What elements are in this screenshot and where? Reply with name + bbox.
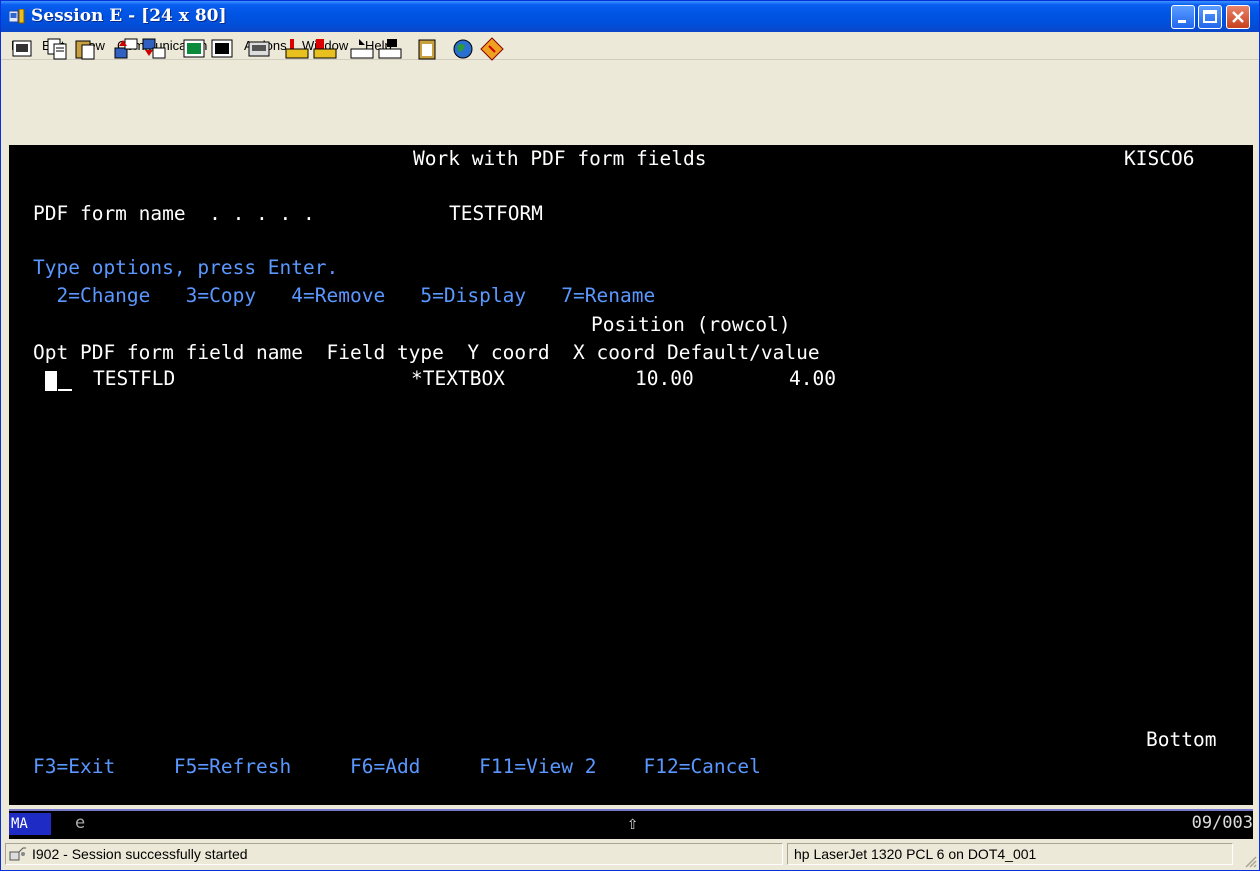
maximize-icon — [1203, 10, 1217, 23]
receive-file-button[interactable] — [141, 36, 167, 62]
keyboard-setup-button[interactable] — [209, 36, 235, 62]
printer-name: hp LaserJet 1320 PCL 6 on DOT4_001 — [794, 846, 1037, 862]
system-name: KISCO6 — [1124, 147, 1195, 170]
status-message: I902 - Session successfully started — [32, 846, 248, 862]
pause-macro-icon — [378, 39, 402, 59]
display-setup-button[interactable] — [181, 36, 207, 62]
screen-title: Work with PDF form fields — [413, 147, 707, 170]
title-bar[interactable]: Session E - [24 x 80] — [1, 1, 1259, 32]
x-coord-cell: 4.00 — [789, 367, 836, 390]
stop-macro-icon — [350, 39, 374, 59]
function-keys: F3=Exit F5=Refresh F6=Add F11=View 2 F12… — [33, 755, 761, 778]
send-file-icon — [114, 38, 138, 59]
resize-grip-icon[interactable] — [1243, 854, 1257, 868]
help-diamond-button[interactable] — [479, 36, 505, 62]
position-header: Position (rowcol) — [591, 313, 791, 336]
oia-mode: MA — [9, 813, 51, 835]
paste-icon — [75, 40, 95, 60]
text-cursor — [45, 371, 57, 391]
session-app-icon[interactable] — [9, 9, 25, 24]
toolbar — [1, 37, 1259, 145]
options-list: 2=Change 3=Copy 4=Remove 5=Display 7=Ren… — [33, 284, 656, 307]
display-setup-icon — [183, 39, 205, 58]
instructions-text: Type options, press Enter. — [33, 256, 339, 279]
play-macro-icon — [313, 39, 337, 59]
connection-icon — [9, 847, 26, 861]
record-macro-icon — [285, 39, 309, 59]
column-headers: Opt PDF form field name Field type Y coo… — [33, 341, 820, 364]
field-name-cell: TESTFLD — [93, 367, 176, 390]
web-globe-button[interactable] — [451, 36, 477, 62]
cursor-position: 09/003 — [1191, 813, 1253, 833]
clipboard-button[interactable] — [414, 36, 440, 62]
paste-button[interactable] — [73, 36, 99, 62]
print-screen-icon — [12, 40, 32, 57]
close-button[interactable] — [1226, 5, 1250, 29]
terminal-screen[interactable]: Work with PDF form fields KISCO6 PDF for… — [9, 145, 1253, 805]
macro-icon — [248, 41, 270, 57]
record-macro-button[interactable] — [284, 36, 310, 62]
receive-file-icon — [142, 38, 166, 59]
help-diamond-icon — [480, 37, 504, 61]
macro-button[interactable] — [246, 36, 272, 62]
operator-info-area: MA e ⇧ 09/003 — [9, 809, 1253, 839]
window-title: Session E - [24 x 80] — [31, 6, 227, 26]
keyboard-setup-icon — [211, 39, 233, 58]
opt-input-field[interactable] — [58, 389, 72, 391]
field-type-cell: *TEXTBOX — [411, 367, 505, 390]
copy-icon — [47, 38, 67, 60]
status-message-pane: I902 - Session successfully started — [5, 843, 783, 865]
maximize-button[interactable] — [1198, 5, 1222, 29]
web-globe-icon — [453, 39, 473, 59]
minimize-icon — [1178, 20, 1186, 23]
form-name-label: PDF form name . . . . . — [33, 202, 315, 225]
form-name-value: TESTFORM — [449, 202, 543, 225]
status-bar: I902 - Session successfully started hp L… — [1, 839, 1259, 870]
stop-macro-button[interactable] — [349, 36, 375, 62]
pause-macro-button[interactable] — [377, 36, 403, 62]
copy-button[interactable] — [45, 36, 71, 62]
play-macro-button[interactable] — [312, 36, 338, 62]
clipboard-icon — [418, 39, 436, 60]
print-screen-button[interactable] — [9, 36, 35, 62]
y-coord-cell: 10.00 — [635, 367, 694, 390]
printer-pane: hp LaserJet 1320 PCL 6 on DOT4_001 — [787, 843, 1233, 865]
shift-indicator: ⇧ — [627, 812, 639, 834]
bottom-indicator: Bottom — [1146, 728, 1217, 751]
close-icon — [1232, 11, 1244, 23]
minimize-button[interactable] — [1171, 5, 1195, 29]
emulator-window: Session E - [24 x 80] File Edit View Com… — [0, 0, 1260, 871]
send-file-button[interactable] — [113, 36, 139, 62]
oia-indicator: e — [75, 813, 86, 833]
